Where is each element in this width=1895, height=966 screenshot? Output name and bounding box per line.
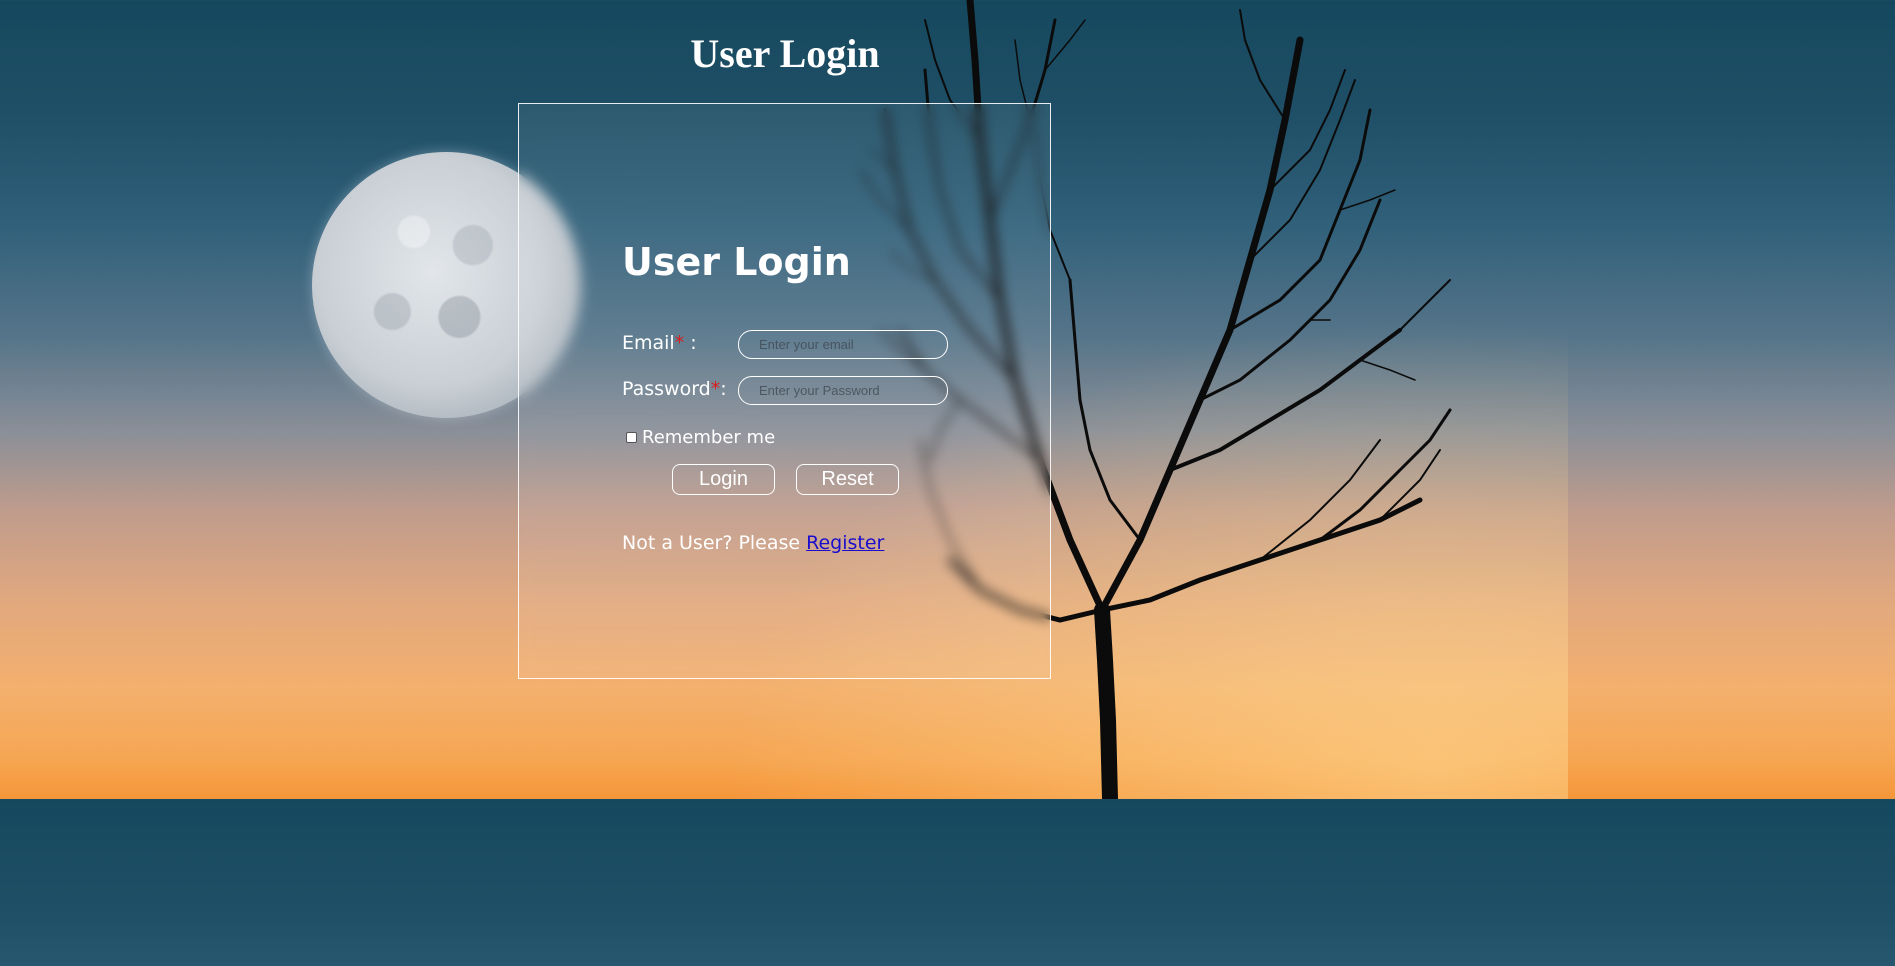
password-field[interactable] xyxy=(738,376,948,405)
remember-me-row: Remember me xyxy=(626,427,775,448)
email-label-separator: : xyxy=(684,332,697,354)
login-card: User Login Email* : Password*: Remember … xyxy=(518,103,1051,679)
email-required-marker: * xyxy=(674,332,685,354)
register-prompt: Not a User? Please Register xyxy=(622,532,884,554)
page-title: User Login xyxy=(690,31,880,76)
password-required-marker: * xyxy=(710,378,721,400)
remember-me-checkbox[interactable] xyxy=(626,432,637,443)
login-form-title: User Login xyxy=(622,240,851,284)
reset-button[interactable]: Reset xyxy=(796,464,899,495)
email-label: Email* : xyxy=(622,332,697,354)
email-label-text: Email xyxy=(622,332,675,354)
remember-me-label[interactable]: Remember me xyxy=(642,427,775,448)
password-label: Password*: xyxy=(622,378,727,400)
register-link[interactable]: Register xyxy=(806,532,884,554)
password-label-text: Password xyxy=(622,378,711,400)
email-field[interactable] xyxy=(738,330,948,359)
password-label-separator: : xyxy=(720,378,727,400)
login-button[interactable]: Login xyxy=(672,464,775,495)
register-prompt-text: Not a User? Please xyxy=(622,532,807,554)
